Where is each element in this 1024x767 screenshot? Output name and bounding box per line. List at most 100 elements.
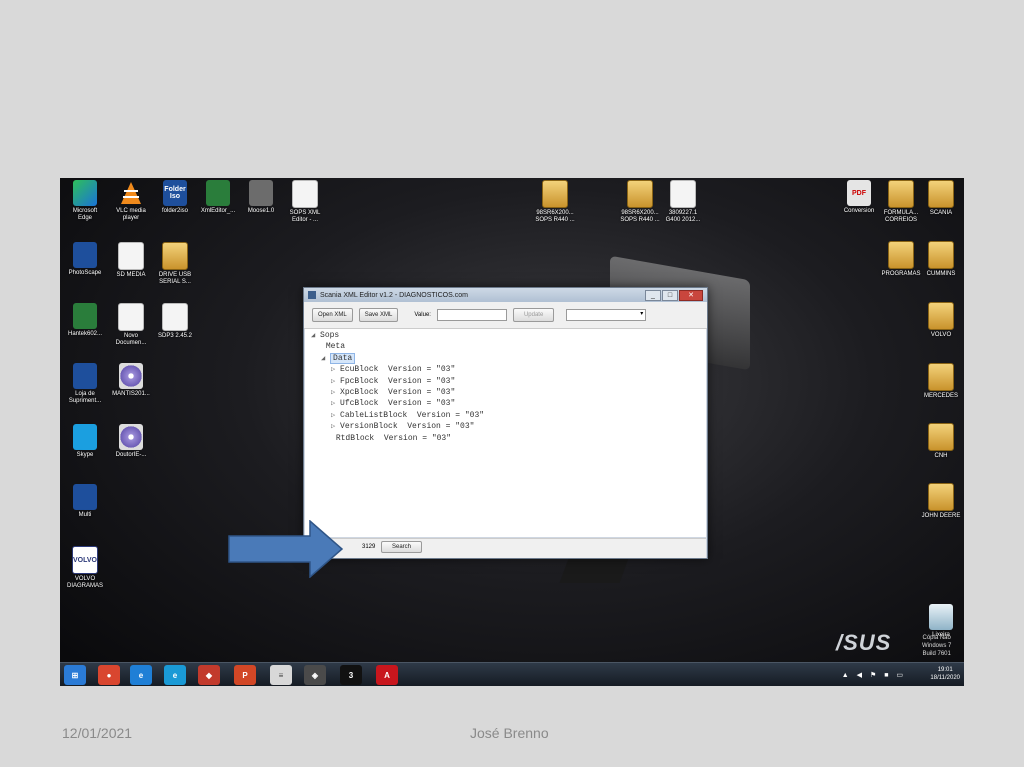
tree-expander-icon[interactable]: ▷ [331, 366, 335, 374]
desktop-icon[interactable]: Novo Documen... [108, 303, 154, 347]
desktop-icon[interactable]: Multi [62, 484, 108, 519]
desktop-icon[interactable]: Microsoft Edge [62, 180, 108, 222]
tree-node[interactable]: RtdBlock Version = "03" [331, 434, 451, 443]
windows-info: Cópia Não Windows 7 Build 7601 [922, 635, 952, 657]
ie-icon[interactable]: e [130, 665, 152, 685]
taskbar: ▲ ◀ ⚑ ■ ▭ 19:01 18/11/2020 ⊞ ● e e ◆ P ≡ ◈ 3 A [60, 662, 964, 686]
app-red-icon[interactable]: ◆ [198, 665, 220, 685]
save-xml-button[interactable]: Save XML [358, 308, 399, 322]
photoscape-icon [73, 242, 97, 268]
file-icon [118, 242, 144, 270]
tree-expander-icon[interactable]: ◢ [321, 355, 325, 363]
tree-node-label: Data [330, 352, 356, 364]
desktop-icon-label: Multi [78, 512, 92, 518]
tree-expander-icon[interactable]: ▷ [331, 378, 335, 386]
desktop-icon[interactable]: VLC media player [108, 180, 154, 222]
acrobat-icon[interactable]: A [376, 665, 398, 685]
start-orb-icon[interactable]: ⊞ [64, 665, 86, 685]
volvo-icon: VOLVO [72, 546, 98, 574]
desktop-icon-label: XmlEditor_... [200, 208, 236, 214]
desktop-icon[interactable]: Folder Iso folder2iso [152, 180, 198, 215]
tree-node-label: FpcBlock Version = "03" [340, 376, 456, 386]
desktop-icon[interactable]: PhotoScape [62, 242, 108, 277]
desktop-icon[interactable]: SDP3 2.45.2 [152, 303, 198, 340]
desktop-icon[interactable]: 3809227.1 G400 2012... [660, 180, 706, 224]
tree-node[interactable]: ▷ CableListBlock Version = "03" [331, 411, 484, 420]
chrome-icon[interactable]: ● [98, 665, 120, 685]
desktop-icon-label: VOLVO [930, 332, 952, 338]
desktop-icon[interactable]: DoutorIE-... [108, 424, 154, 459]
tree-expander-icon[interactable]: ▷ [331, 400, 335, 408]
edge-taskbar-icon[interactable]: e [164, 665, 186, 685]
folder-icon [888, 180, 914, 208]
desktop-icon[interactable]: MERCEDES [918, 363, 964, 400]
asus-logo: /SUS [836, 630, 892, 655]
desktop-icon[interactable]: VOLVO [918, 302, 964, 339]
desktop-icon[interactable]: Loja de Supriment... [62, 363, 108, 405]
file-icon [162, 303, 188, 331]
xml-editor-icon [206, 180, 230, 206]
tree-node-label: UfcBlock Version = "03" [340, 399, 456, 409]
desktop-icon[interactable]: CUMMINS [918, 241, 964, 278]
tree-expander-icon[interactable]: ▷ [331, 412, 335, 420]
desktop-icon[interactable]: CNH [918, 423, 964, 460]
block-select[interactable]: ▾ [566, 309, 647, 321]
tree-node[interactable]: ▷ EcuBlock Version = "03" [331, 365, 455, 374]
xml-editor-window: Scania XML Editor v1.2 - DIAGNOSTICOS.co… [303, 287, 708, 559]
desktop-icon[interactable]: JOHN DEERE [918, 483, 964, 520]
tree-node[interactable]: ▷ FpcBlock Version = "03" [331, 377, 455, 386]
desktop-icon[interactable]: SCANIA [918, 180, 964, 217]
tree-expander-icon[interactable]: ◢ [311, 332, 315, 340]
folder-icon [928, 483, 954, 511]
desktop-icon-label: 98SR6X200... SOPS R440 ... [620, 210, 660, 223]
desktop-icon[interactable]: SOPS XML Editor - ... [282, 180, 328, 224]
status-bar: 3129 Search [305, 538, 706, 558]
value-input[interactable] [436, 309, 507, 321]
tree-expander-icon[interactable]: ▷ [331, 423, 335, 431]
close-button[interactable]: ✕ [679, 289, 703, 301]
desktop-icon[interactable]: 98SR6X200... SOPS R440 ... [617, 180, 663, 224]
tree-node[interactable]: Meta [321, 342, 345, 351]
cd-icon [119, 363, 143, 389]
slide-author: José Brenno [470, 725, 549, 741]
desktop-icon[interactable]: SD MEDIA [108, 242, 154, 279]
tree-node[interactable]: ▷ UfcBlock Version = "03" [331, 399, 455, 408]
desktop-icon[interactable]: Skype [62, 424, 108, 459]
open-xml-button[interactable]: Open XML [312, 308, 353, 322]
tree-node[interactable]: ▷ XpcBlock Version = "03" [331, 388, 455, 397]
sdp3-icon[interactable]: 3 [340, 665, 362, 685]
tree-node[interactable]: ▷ VersionBlock Version = "03" [331, 422, 474, 431]
hantek-icon [73, 303, 97, 329]
folder-icon [928, 180, 954, 208]
window-titlebar[interactable]: Scania XML Editor v1.2 - DIAGNOSTICOS.co… [304, 288, 707, 302]
desktop-icon[interactable]: 98SR6X200... SOPS R440 ... [532, 180, 578, 224]
tree-node[interactable]: ◢ Data [321, 352, 356, 364]
desktop-icon-label: folder2iso [161, 208, 188, 214]
desktop-icon[interactable]: XmlEditor_... [195, 180, 241, 215]
tree-node-label: CableListBlock Version = "03" [340, 410, 485, 420]
tray-icons[interactable]: ▲ ◀ ⚑ ■ ▭ [842, 671, 906, 679]
desktop-icon[interactable]: DRIVE USB SERIAL S... [152, 242, 198, 286]
desktop-screenshot: Microsoft Edge VLC media player Folder Iso… [60, 178, 964, 686]
cd-icon [119, 424, 143, 450]
minimize-button[interactable]: _ [645, 289, 661, 301]
desktop-icon[interactable]: Moose1.0 [238, 180, 284, 215]
edge-icon [73, 180, 97, 206]
clock[interactable]: 19:01 18/11/2020 [930, 666, 960, 682]
search-input[interactable]: 3129 [362, 544, 375, 550]
desktop-icon[interactable]: MANTIS201... [108, 363, 154, 398]
desktop-icon-label: CNH [934, 453, 948, 459]
powerpoint-icon[interactable]: P [234, 665, 256, 685]
desktop-icon[interactable]: VOLVO VOLVO DIAGRAMAS [62, 546, 108, 590]
desktop-icon[interactable]: Hantek602... [62, 303, 108, 338]
desktop-icon[interactable]: PDF Conversion [836, 180, 882, 215]
storage-icon[interactable]: ◈ [304, 665, 326, 685]
maximize-button[interactable]: □ [662, 289, 678, 301]
notepad-icon[interactable]: ≡ [270, 665, 292, 685]
sops-xml-editor-icon [292, 180, 318, 208]
update-button[interactable]: Update [512, 308, 555, 322]
desktop-icon-label: Skype [76, 452, 94, 458]
search-button[interactable]: Search [381, 541, 423, 553]
tree-expander-icon[interactable]: ▷ [331, 389, 335, 397]
tree-node[interactable]: ◢ Sops [311, 331, 339, 340]
